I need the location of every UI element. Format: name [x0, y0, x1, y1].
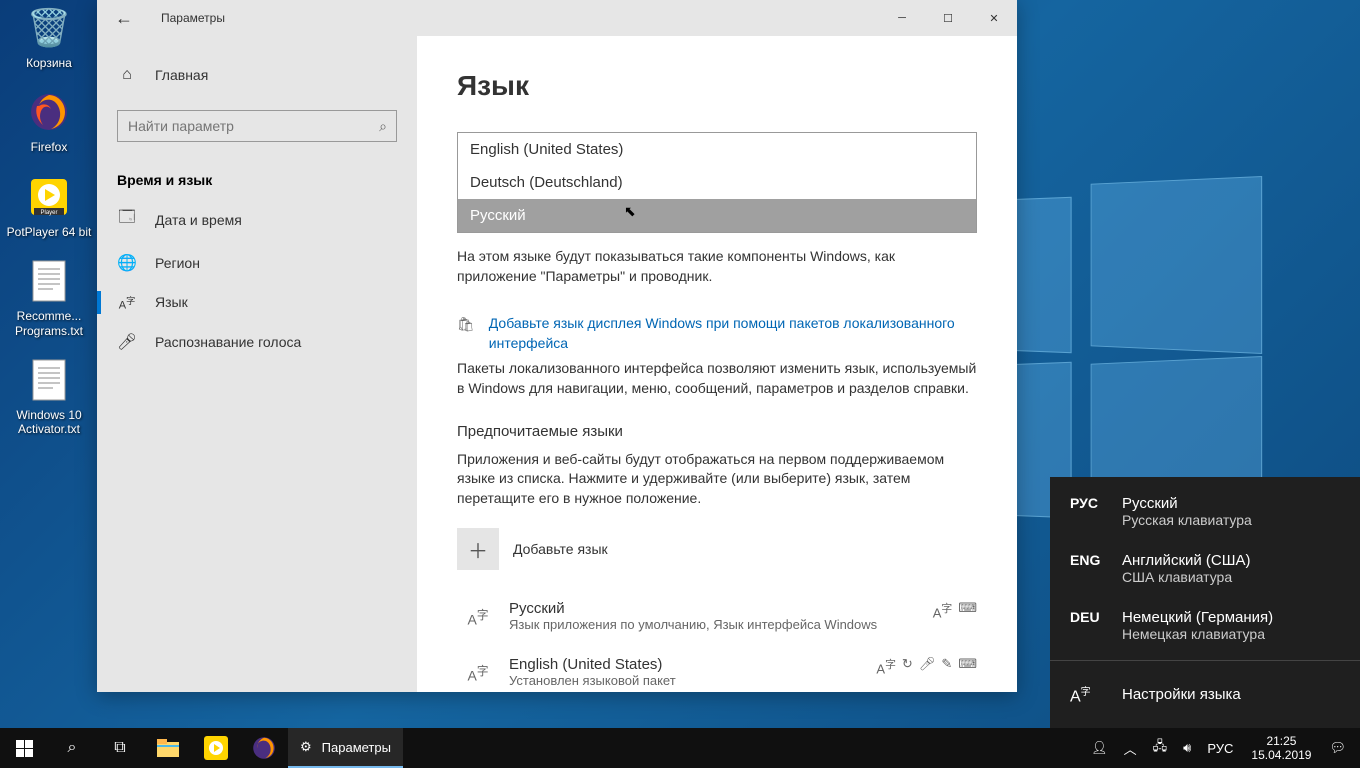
speech-icon: 🎤︎	[919, 656, 936, 672]
keyboard-icon: ⌨	[958, 600, 977, 616]
language-icon: A字	[1070, 683, 1122, 706]
language-switcher-flyout: РУС Русский Русская клавиатура ENG Англи…	[1050, 477, 1360, 728]
sidebar-section-title: Время и язык	[97, 158, 417, 196]
sidebar-item-language[interactable]: A字 Язык	[97, 283, 417, 322]
system-tray: 👤︎ ︿ 🖧 🔊︎ РУС 21:25 15.04.2019 💬︎	[1077, 734, 1360, 763]
sidebar-item-region[interactable]: 🌐 Регион	[97, 243, 417, 283]
preferred-languages-heading: Предпочитаемые языки	[457, 423, 977, 440]
taskbar-settings-app[interactable]: ⚙ Параметры	[288, 728, 403, 768]
plus-icon: ＋	[457, 528, 499, 570]
lang-option-eng[interactable]: ENG Английский (США) США клавиатура	[1050, 540, 1360, 597]
search-icon: ⌕	[379, 118, 387, 135]
tray-volume-icon[interactable]: 🔊︎	[1175, 740, 1199, 756]
calendar-icon: 🗔	[117, 206, 137, 233]
dropdown-option-deutsch[interactable]: Deutsch (Deutschland)	[458, 166, 976, 199]
dropdown-option-russian[interactable]: Русский ⬉	[458, 199, 976, 232]
globe-icon: 🌐	[117, 253, 137, 273]
lang-option-rus[interactable]: РУС Русский Русская клавиатура	[1050, 483, 1360, 540]
svg-text:Player: Player	[40, 210, 57, 216]
tray-action-center-icon[interactable]: 💬︎	[1321, 740, 1354, 756]
language-item-english[interactable]: A字 English (United States) Установлен яз…	[457, 644, 977, 692]
dropdown-option-english[interactable]: English (United States)	[458, 133, 976, 166]
keyboard-icon: ⌨	[958, 656, 977, 672]
sidebar-search: ⌕	[117, 110, 397, 142]
sidebar-home[interactable]: ⌂ Главная	[97, 56, 417, 94]
language-glyph-icon: A字	[457, 600, 499, 632]
desktop-icon-recycle-bin[interactable]: 🗑️ Корзина	[4, 4, 94, 70]
text-to-speech-icon: ↻	[902, 656, 913, 672]
firefox-icon	[25, 88, 73, 136]
search-input[interactable]	[117, 110, 397, 142]
potplayer-icon: Player	[25, 173, 73, 221]
store-hint-link[interactable]: Добавьте язык дисплея Windows при помощи…	[489, 314, 977, 353]
content-pane: Язык English (United States) Deutsch (De…	[417, 36, 1017, 692]
handwriting-icon: ✎	[941, 656, 952, 672]
home-icon: ⌂	[117, 66, 137, 84]
store-hint[interactable]: 🛍︎ Добавьте язык дисплея Windows при пом…	[457, 314, 977, 353]
add-language-button[interactable]: ＋ Добавьте язык	[457, 528, 977, 570]
language-feature-badges: A字 ↻ 🎤︎ ✎ ⌨	[876, 656, 977, 688]
language-icon: A字	[117, 293, 137, 312]
titlebar: ← Параметры ─ ☐ ✕	[97, 0, 1017, 36]
taskbar-potplayer[interactable]	[192, 728, 240, 768]
start-button[interactable]	[0, 728, 48, 768]
tray-chevron-up-icon[interactable]: ︿	[1116, 739, 1145, 758]
desktop-icon-firefox[interactable]: Firefox	[4, 88, 94, 154]
settings-window: ← Параметры ─ ☐ ✕ ⌂ Главная ⌕ Время и яз…	[97, 0, 1017, 692]
taskbar: ⌕ ⧉ ⚙ Параметры 👤︎ ︿ 🖧 🔊︎ РУС 21:25 15.0…	[0, 728, 1360, 768]
tray-people-icon[interactable]: 👤︎	[1083, 740, 1116, 756]
tray-language-indicator[interactable]: РУС	[1199, 741, 1241, 756]
display-language-dropdown[interactable]: English (United States) Deutsch (Deutsch…	[457, 132, 977, 233]
sidebar: ⌂ Главная ⌕ Время и язык 🗔 Дата и время …	[97, 36, 417, 692]
desktop-icon-activator-txt[interactable]: Windows 10 Activator.txt	[4, 356, 94, 437]
minimize-button[interactable]: ─	[879, 2, 925, 34]
language-item-russian[interactable]: A字 Русский Язык приложения по умолчанию,…	[457, 588, 977, 644]
microphone-icon: 🎤︎	[117, 332, 137, 352]
separator	[1050, 660, 1360, 661]
text-file-icon	[25, 257, 73, 305]
back-button[interactable]: ←	[115, 8, 133, 29]
display-icon: A字	[876, 656, 896, 676]
taskbar-firefox[interactable]	[240, 728, 288, 768]
language-feature-badges: A字 ⌨	[933, 600, 977, 632]
desktop-icon-potplayer[interactable]: Player PotPlayer 64 bit	[4, 173, 94, 239]
lang-option-deu[interactable]: DEU Немецкий (Германия) Немецкая клавиат…	[1050, 597, 1360, 654]
language-settings-link[interactable]: A字 Настройки языка	[1050, 667, 1360, 722]
preferred-languages-description: Приложения и веб-сайты будут отображатьс…	[457, 450, 977, 509]
tray-network-icon[interactable]: 🖧	[1145, 737, 1176, 759]
taskbar-file-explorer[interactable]	[144, 728, 192, 768]
sidebar-item-speech[interactable]: 🎤︎ Распознавание голоса	[97, 322, 417, 362]
language-packs-description: Пакеты локализованного интерфейса позвол…	[457, 359, 977, 398]
store-icon: 🛍︎	[457, 316, 475, 333]
tray-clock[interactable]: 21:25 15.04.2019	[1241, 734, 1321, 763]
window-title: Параметры	[161, 11, 879, 25]
language-glyph-icon: A字	[457, 656, 499, 688]
task-view-button[interactable]: ⧉	[96, 728, 144, 768]
close-button[interactable]: ✕	[971, 2, 1017, 34]
maximize-button[interactable]: ☐	[925, 2, 971, 34]
sidebar-item-datetime[interactable]: 🗔 Дата и время	[97, 196, 417, 243]
desktop: 🗑️ Корзина Firefox Player PotPlayer 64 b…	[0, 0, 100, 459]
taskbar-search[interactable]: ⌕	[48, 728, 96, 768]
text-to-speech-icon: A字	[933, 600, 953, 620]
gear-icon: ⚙	[300, 739, 312, 755]
cursor-icon: ⬉	[624, 203, 636, 220]
desktop-icon-recommended-txt[interactable]: Recomme... Programs.txt	[4, 257, 94, 338]
display-language-description: На этом языке будут показываться такие к…	[457, 247, 977, 286]
text-file-icon	[25, 356, 73, 404]
page-heading: Язык	[457, 70, 977, 102]
recycle-bin-icon: 🗑️	[25, 4, 73, 52]
